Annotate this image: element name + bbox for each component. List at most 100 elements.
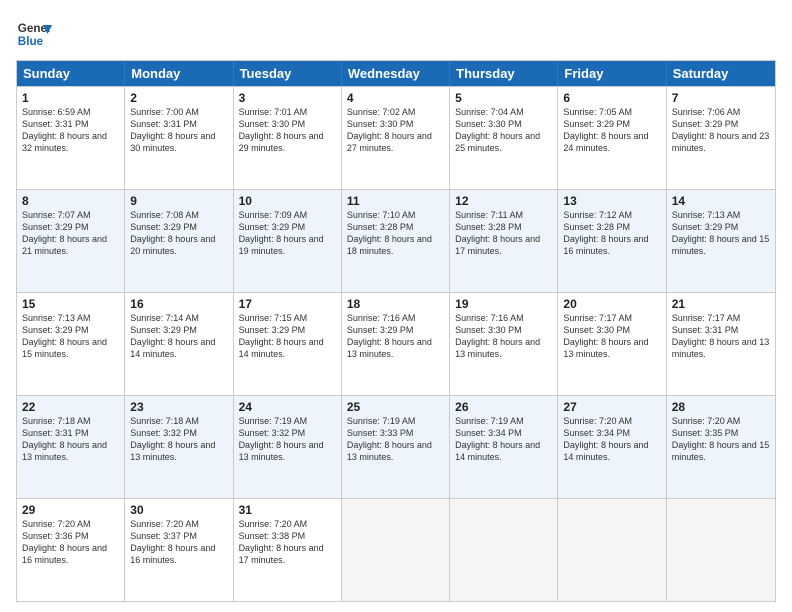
calendar-cell: 3Sunrise: 7:01 AMSunset: 3:30 PMDaylight… [234,87,342,189]
cell-info: Sunrise: 7:19 AMSunset: 3:32 PMDaylight:… [239,415,336,464]
calendar-cell: 18Sunrise: 7:16 AMSunset: 3:29 PMDayligh… [342,293,450,395]
cell-info: Sunrise: 7:07 AMSunset: 3:29 PMDaylight:… [22,209,119,258]
day-number: 30 [130,503,227,517]
day-number: 22 [22,400,119,414]
day-number: 8 [22,194,119,208]
header-day-friday: Friday [558,61,666,86]
calendar-cell: 29Sunrise: 7:20 AMSunset: 3:36 PMDayligh… [17,499,125,601]
day-number: 26 [455,400,552,414]
calendar-row-5: 29Sunrise: 7:20 AMSunset: 3:36 PMDayligh… [17,498,775,601]
svg-text:Blue: Blue [18,35,44,48]
cell-info: Sunrise: 7:19 AMSunset: 3:33 PMDaylight:… [347,415,444,464]
calendar-cell: 16Sunrise: 7:14 AMSunset: 3:29 PMDayligh… [125,293,233,395]
header-day-thursday: Thursday [450,61,558,86]
day-number: 11 [347,194,444,208]
day-number: 29 [22,503,119,517]
calendar-cell: 14Sunrise: 7:13 AMSunset: 3:29 PMDayligh… [667,190,775,292]
calendar-row-3: 15Sunrise: 7:13 AMSunset: 3:29 PMDayligh… [17,292,775,395]
cell-info: Sunrise: 7:20 AMSunset: 3:36 PMDaylight:… [22,518,119,567]
calendar-cell: 11Sunrise: 7:10 AMSunset: 3:28 PMDayligh… [342,190,450,292]
day-number: 17 [239,297,336,311]
cell-info: Sunrise: 7:01 AMSunset: 3:30 PMDaylight:… [239,106,336,155]
day-number: 28 [672,400,770,414]
cell-info: Sunrise: 7:17 AMSunset: 3:31 PMDaylight:… [672,312,770,361]
cell-info: Sunrise: 7:04 AMSunset: 3:30 PMDaylight:… [455,106,552,155]
day-number: 2 [130,91,227,105]
header-day-saturday: Saturday [667,61,775,86]
cell-info: Sunrise: 7:13 AMSunset: 3:29 PMDaylight:… [672,209,770,258]
calendar-cell: 10Sunrise: 7:09 AMSunset: 3:29 PMDayligh… [234,190,342,292]
cell-info: Sunrise: 7:11 AMSunset: 3:28 PMDaylight:… [455,209,552,258]
day-number: 16 [130,297,227,311]
cell-info: Sunrise: 7:08 AMSunset: 3:29 PMDaylight:… [130,209,227,258]
calendar-cell [667,499,775,601]
cell-info: Sunrise: 7:20 AMSunset: 3:37 PMDaylight:… [130,518,227,567]
cell-info: Sunrise: 7:20 AMSunset: 3:38 PMDaylight:… [239,518,336,567]
cell-info: Sunrise: 6:59 AMSunset: 3:31 PMDaylight:… [22,106,119,155]
cell-info: Sunrise: 7:00 AMSunset: 3:31 PMDaylight:… [130,106,227,155]
calendar-cell: 15Sunrise: 7:13 AMSunset: 3:29 PMDayligh… [17,293,125,395]
cell-info: Sunrise: 7:15 AMSunset: 3:29 PMDaylight:… [239,312,336,361]
calendar-body: 1Sunrise: 6:59 AMSunset: 3:31 PMDaylight… [17,86,775,601]
cell-info: Sunrise: 7:02 AMSunset: 3:30 PMDaylight:… [347,106,444,155]
cell-info: Sunrise: 7:20 AMSunset: 3:35 PMDaylight:… [672,415,770,464]
calendar-cell: 20Sunrise: 7:17 AMSunset: 3:30 PMDayligh… [558,293,666,395]
calendar-cell: 13Sunrise: 7:12 AMSunset: 3:28 PMDayligh… [558,190,666,292]
cell-info: Sunrise: 7:20 AMSunset: 3:34 PMDaylight:… [563,415,660,464]
cell-info: Sunrise: 7:14 AMSunset: 3:29 PMDaylight:… [130,312,227,361]
calendar-cell [558,499,666,601]
day-number: 18 [347,297,444,311]
calendar-cell: 28Sunrise: 7:20 AMSunset: 3:35 PMDayligh… [667,396,775,498]
calendar-cell: 25Sunrise: 7:19 AMSunset: 3:33 PMDayligh… [342,396,450,498]
calendar-cell: 7Sunrise: 7:06 AMSunset: 3:29 PMDaylight… [667,87,775,189]
calendar-cell: 6Sunrise: 7:05 AMSunset: 3:29 PMDaylight… [558,87,666,189]
calendar-cell: 2Sunrise: 7:00 AMSunset: 3:31 PMDaylight… [125,87,233,189]
calendar-row-2: 8Sunrise: 7:07 AMSunset: 3:29 PMDaylight… [17,189,775,292]
cell-info: Sunrise: 7:13 AMSunset: 3:29 PMDaylight:… [22,312,119,361]
cell-info: Sunrise: 7:05 AMSunset: 3:29 PMDaylight:… [563,106,660,155]
calendar-cell [342,499,450,601]
logo-icon: General Blue [16,16,52,52]
day-number: 1 [22,91,119,105]
calendar-header: SundayMondayTuesdayWednesdayThursdayFrid… [17,61,775,86]
day-number: 31 [239,503,336,517]
calendar-row-4: 22Sunrise: 7:18 AMSunset: 3:31 PMDayligh… [17,395,775,498]
calendar-cell: 30Sunrise: 7:20 AMSunset: 3:37 PMDayligh… [125,499,233,601]
day-number: 13 [563,194,660,208]
calendar-row-1: 1Sunrise: 6:59 AMSunset: 3:31 PMDaylight… [17,86,775,189]
calendar-cell: 24Sunrise: 7:19 AMSunset: 3:32 PMDayligh… [234,396,342,498]
calendar-cell: 31Sunrise: 7:20 AMSunset: 3:38 PMDayligh… [234,499,342,601]
calendar-cell: 12Sunrise: 7:11 AMSunset: 3:28 PMDayligh… [450,190,558,292]
day-number: 23 [130,400,227,414]
cell-info: Sunrise: 7:16 AMSunset: 3:29 PMDaylight:… [347,312,444,361]
cell-info: Sunrise: 7:18 AMSunset: 3:32 PMDaylight:… [130,415,227,464]
calendar-cell: 23Sunrise: 7:18 AMSunset: 3:32 PMDayligh… [125,396,233,498]
cell-info: Sunrise: 7:18 AMSunset: 3:31 PMDaylight:… [22,415,119,464]
cell-info: Sunrise: 7:06 AMSunset: 3:29 PMDaylight:… [672,106,770,155]
day-number: 24 [239,400,336,414]
header-day-tuesday: Tuesday [234,61,342,86]
header-day-sunday: Sunday [17,61,125,86]
cell-info: Sunrise: 7:17 AMSunset: 3:30 PMDaylight:… [563,312,660,361]
day-number: 19 [455,297,552,311]
day-number: 4 [347,91,444,105]
logo: General Blue [16,16,52,52]
day-number: 20 [563,297,660,311]
calendar-cell: 8Sunrise: 7:07 AMSunset: 3:29 PMDaylight… [17,190,125,292]
cell-info: Sunrise: 7:09 AMSunset: 3:29 PMDaylight:… [239,209,336,258]
calendar-cell: 22Sunrise: 7:18 AMSunset: 3:31 PMDayligh… [17,396,125,498]
page: General Blue SundayMondayTuesdayWednesda… [0,0,792,612]
day-number: 5 [455,91,552,105]
day-number: 21 [672,297,770,311]
day-number: 3 [239,91,336,105]
day-number: 10 [239,194,336,208]
calendar-cell: 26Sunrise: 7:19 AMSunset: 3:34 PMDayligh… [450,396,558,498]
calendar-cell: 1Sunrise: 6:59 AMSunset: 3:31 PMDaylight… [17,87,125,189]
calendar-cell: 4Sunrise: 7:02 AMSunset: 3:30 PMDaylight… [342,87,450,189]
calendar-cell: 5Sunrise: 7:04 AMSunset: 3:30 PMDaylight… [450,87,558,189]
day-number: 15 [22,297,119,311]
calendar: SundayMondayTuesdayWednesdayThursdayFrid… [16,60,776,602]
calendar-cell: 17Sunrise: 7:15 AMSunset: 3:29 PMDayligh… [234,293,342,395]
cell-info: Sunrise: 7:16 AMSunset: 3:30 PMDaylight:… [455,312,552,361]
calendar-cell: 21Sunrise: 7:17 AMSunset: 3:31 PMDayligh… [667,293,775,395]
